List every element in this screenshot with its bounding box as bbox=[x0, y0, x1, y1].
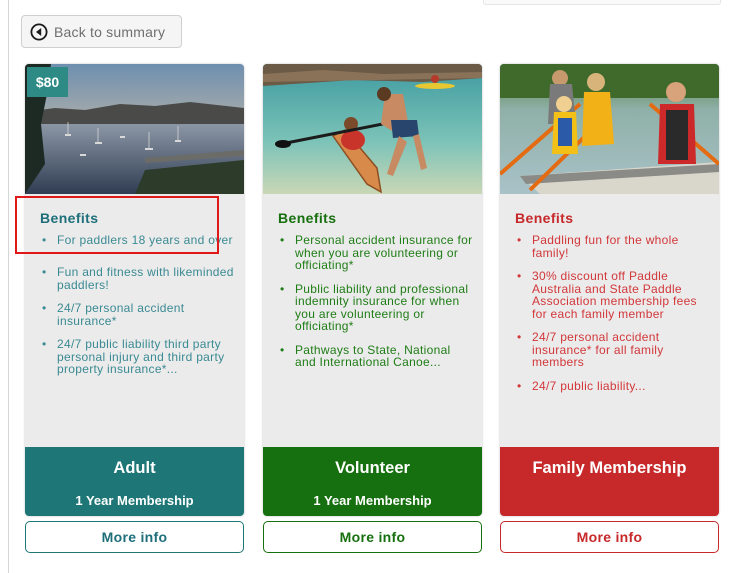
more-info-button-volunteer[interactable]: More info bbox=[263, 521, 482, 553]
back-to-summary-button[interactable]: Back to summary bbox=[21, 15, 182, 48]
left-divider bbox=[8, 0, 9, 573]
benefit-item: Paddling fun for the whole family! bbox=[515, 234, 712, 259]
membership-card-adult: $80 Benefits For paddlers 18 years and o… bbox=[25, 64, 244, 516]
benefit-item: Pathways to State, National and Internat… bbox=[278, 343, 475, 369]
benefits-heading: Benefits bbox=[40, 210, 99, 226]
back-button-label: Back to summary bbox=[54, 23, 166, 40]
benefits-heading: Benefits bbox=[515, 210, 574, 226]
benefits-heading: Benefits bbox=[278, 210, 337, 226]
membership-title: Volunteer bbox=[335, 459, 410, 477]
benefit-item: Public liability and professional indemn… bbox=[278, 282, 475, 333]
benefit-item: 24/7 personal accident insurance* for al… bbox=[515, 331, 712, 369]
more-info-button-family[interactable]: More info bbox=[500, 521, 719, 553]
benefit-item: 24/7 personal accident insurance* bbox=[40, 302, 237, 327]
benefit-item: For paddlers 18 years and over bbox=[40, 234, 237, 254]
card-footer: Family Membership bbox=[500, 447, 719, 516]
benefit-item: 24/7 public liability... bbox=[515, 379, 712, 393]
price-badge: $80 bbox=[27, 67, 68, 97]
membership-card-family: Benefits Paddling fun for the whole fami… bbox=[500, 64, 719, 516]
membership-duration: 1 Year Membership bbox=[313, 493, 432, 508]
card-footer: Adult 1 Year Membership bbox=[25, 447, 244, 516]
benefits-list: For paddlers 18 years and over Fun and f… bbox=[40, 234, 237, 387]
circle-arrow-left-icon bbox=[30, 23, 48, 40]
benefits-list: Personal accident insurance for when you… bbox=[278, 234, 475, 380]
membership-title: Adult bbox=[113, 459, 156, 477]
top-panel-edge bbox=[483, 0, 721, 5]
membership-card-volunteer: Benefits Personal accident insurance for… bbox=[263, 64, 482, 516]
benefit-item: 24/7 public liability third party person… bbox=[40, 338, 237, 376]
membership-title: Family Membership bbox=[532, 459, 687, 477]
benefit-item: Personal accident insurance for when you… bbox=[278, 234, 475, 272]
family-canoe-photo bbox=[500, 64, 719, 194]
membership-duration: 1 Year Membership bbox=[75, 493, 194, 508]
kayak-beach-photo bbox=[263, 64, 482, 194]
benefit-item: 30% discount off Paddle Australia and St… bbox=[515, 270, 712, 320]
more-info-button-adult[interactable]: More info bbox=[25, 521, 244, 553]
benefit-item: Fun and fitness with likeminded paddlers… bbox=[40, 266, 237, 291]
benefits-list: Paddling fun for the whole family! 30% d… bbox=[515, 234, 712, 403]
card-footer: Volunteer 1 Year Membership bbox=[263, 447, 482, 516]
